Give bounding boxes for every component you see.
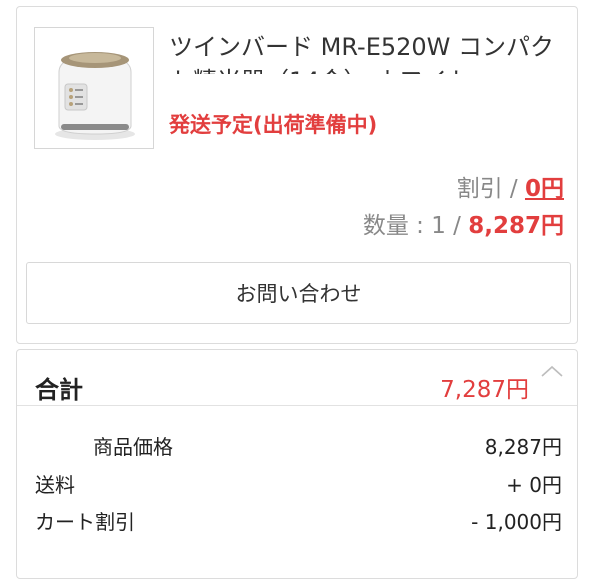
quantity-label: 数量 : 1 / — [362, 213, 469, 239]
item-price-label: 商品価格 — [93, 435, 173, 459]
shipping-label: 送料 — [35, 473, 75, 497]
discount-line: 割引 / 0円 — [457, 169, 564, 203]
total-label: 合計 — [35, 376, 83, 404]
cart-discount-label: カート割引 — [35, 510, 135, 534]
chevron-up-icon[interactable] — [539, 362, 565, 382]
shipping-value: + 0円 — [506, 473, 562, 497]
product-title[interactable]: ツインバード MR-E520W コンパクト精米器（14合） ホワイト — [169, 30, 569, 74]
order-summary-card: 合計 7,287円 商品価格 8,287円 送料 + 0円 カート割引 - 1,… — [16, 349, 578, 579]
rice-polisher-icon — [35, 28, 153, 148]
total-row[interactable]: 合計 7,287円 — [17, 350, 577, 406]
product-image[interactable] — [34, 27, 154, 149]
inquiry-button[interactable]: お問い合わせ — [26, 262, 571, 324]
cart-discount-value: - 1,000円 — [471, 510, 562, 534]
item-price: 8,287円 — [468, 213, 564, 239]
discount-value[interactable]: 0円 — [525, 176, 564, 202]
inquiry-button-label: お問い合わせ — [235, 282, 362, 306]
quantity-line: 数量 : 1 / 8,287円 — [363, 206, 564, 240]
product-card: ツインバード MR-E520W コンパクト精米器（14合） ホワイト 発送予定(… — [16, 6, 578, 344]
total-value: 7,287円 — [440, 377, 529, 403]
shipping-status: 発送予定(出荷準備中) — [169, 113, 378, 137]
item-price-value: 8,287円 — [484, 435, 562, 459]
discount-label: 割引 / — [456, 176, 525, 202]
